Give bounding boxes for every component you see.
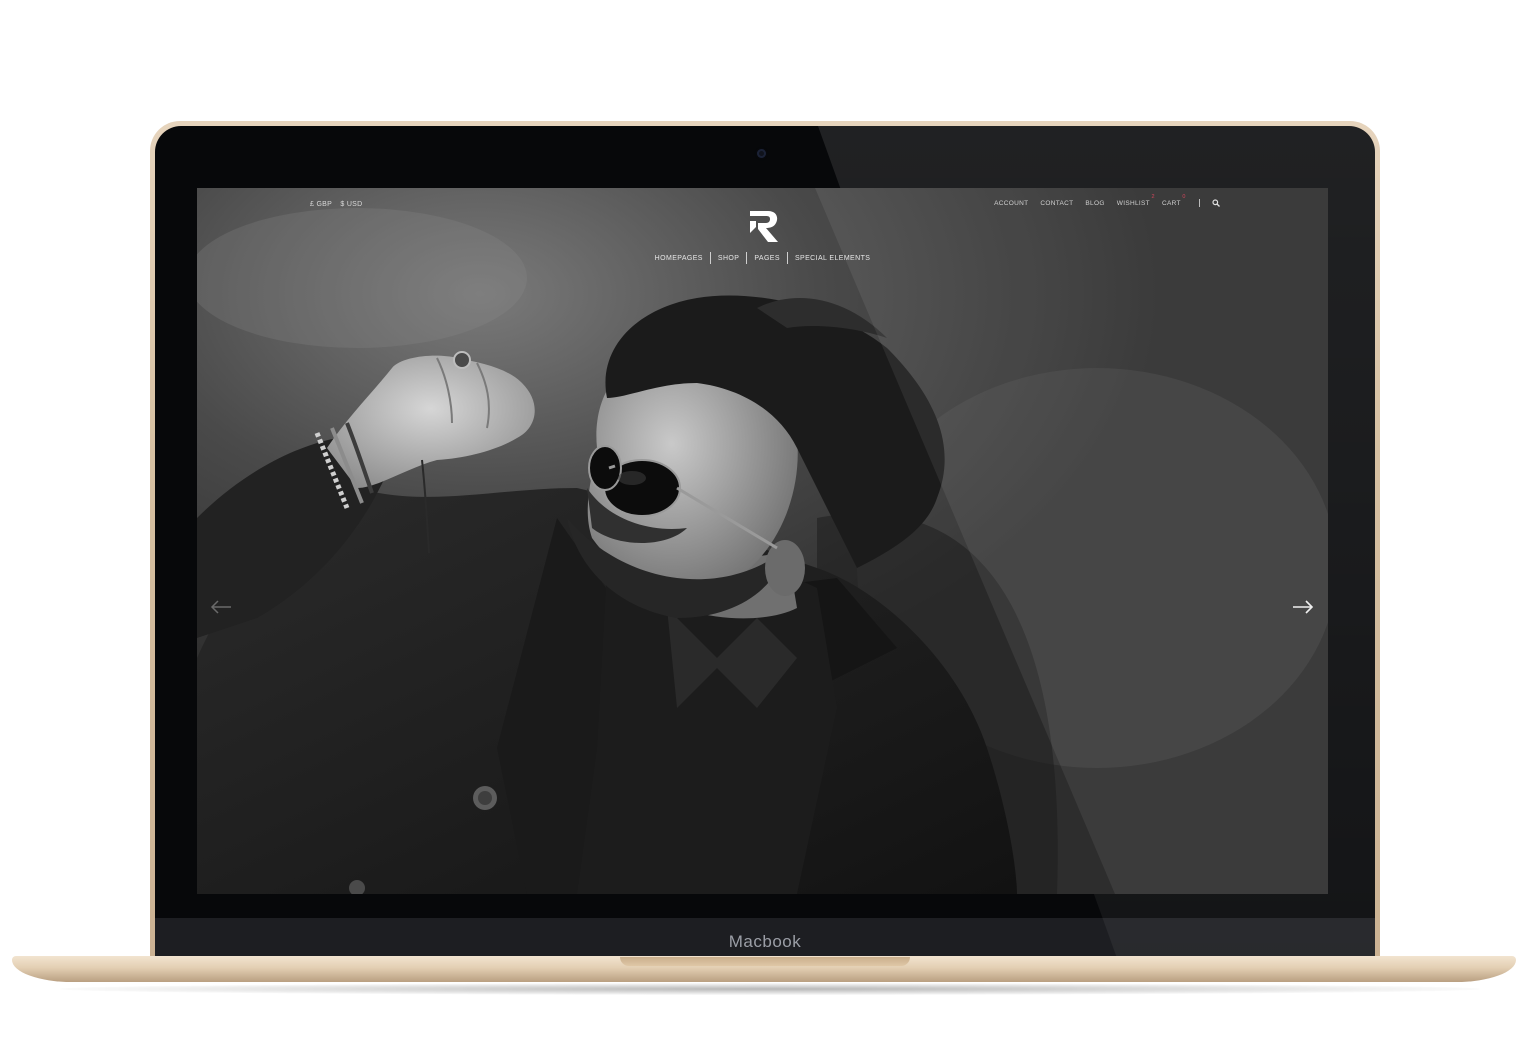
wishlist-count-badge: 2 bbox=[1151, 193, 1155, 200]
mockup-stage: Macbook £ GBP $ USD HOMEPAGES SHOP PAGES… bbox=[0, 0, 1536, 1042]
arrow-left-icon[interactable] bbox=[210, 600, 232, 614]
device-label: Macbook bbox=[728, 932, 802, 951]
backdrop-texture bbox=[197, 208, 527, 348]
ring bbox=[453, 351, 471, 369]
r-logo-icon[interactable] bbox=[746, 209, 779, 243]
nav-pages[interactable]: PAGES bbox=[747, 255, 787, 262]
currency-gbp[interactable]: £ GBP bbox=[310, 201, 332, 208]
cart-label: CART bbox=[1162, 199, 1181, 207]
nav-special-elements[interactable]: SPECIAL ELEMENTS bbox=[788, 255, 877, 262]
nav-divider bbox=[1198, 199, 1200, 207]
currency-switcher: £ GBP $ USD bbox=[310, 201, 369, 208]
camera-icon bbox=[757, 149, 766, 158]
currency-usd[interactable]: $ USD bbox=[340, 201, 362, 208]
contact-link[interactable]: CONTACT bbox=[1040, 200, 1073, 207]
utility-navigation: ACCOUNT CONTACT BLOG WISHLIST 2 CART 0 bbox=[984, 194, 1220, 207]
jacket-button bbox=[478, 791, 492, 805]
hero-image bbox=[197, 188, 1328, 894]
wishlist-label: WISHLIST bbox=[1116, 199, 1150, 207]
laptop-shadow bbox=[60, 983, 1480, 995]
main-navigation: HOMEPAGES SHOP PAGES SPECIAL ELEMENTS bbox=[197, 252, 1328, 264]
wishlist-link[interactable]: WISHLIST 2 bbox=[1116, 194, 1155, 207]
nav-shop[interactable]: SHOP bbox=[711, 255, 746, 262]
laptop-notch bbox=[620, 957, 910, 966]
sunglasses-lens bbox=[588, 445, 622, 491]
blog-link[interactable]: BLOG bbox=[1085, 200, 1104, 207]
nav-homepages[interactable]: HOMEPAGES bbox=[648, 255, 710, 262]
website-screen: £ GBP $ USD HOMEPAGES SHOP PAGES SPECIAL EL… bbox=[197, 188, 1328, 894]
sunglasses-reflection bbox=[618, 471, 646, 485]
cart-link[interactable]: CART 0 bbox=[1162, 194, 1185, 207]
sunglasses-bridge bbox=[608, 464, 616, 470]
account-link[interactable]: ACCOUNT bbox=[994, 200, 1028, 207]
cart-count-badge: 0 bbox=[1182, 193, 1186, 200]
search-icon[interactable] bbox=[1212, 199, 1220, 207]
arrow-right-icon[interactable] bbox=[1292, 600, 1314, 614]
ear bbox=[765, 540, 805, 596]
